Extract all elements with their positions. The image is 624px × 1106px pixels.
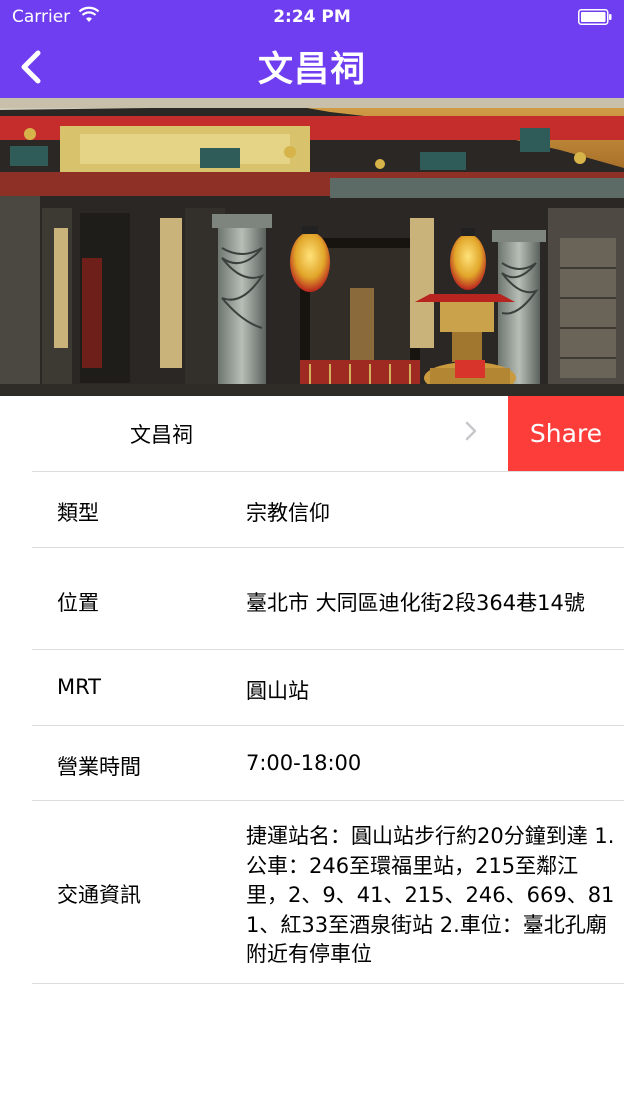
status-bar: Carrier 2:24 PM [0,0,624,36]
separator [32,547,624,548]
hero-image [0,98,624,396]
hours-value: 7:00-18:00 [246,751,362,775]
navigation-bar: 文昌祠 [0,36,624,98]
status-time: 2:24 PM [273,7,351,27]
separator [32,800,624,801]
mrt-label: MRT [57,675,102,699]
mrt-value: 圓山站 [246,679,309,703]
hours-label: 營業時間 [57,755,141,779]
separator [32,649,624,650]
transport-value: 捷運站名：圓山站步行約20分鐘到達 1.公車：246至環福里站，215至鄰江里，… [246,824,615,966]
location-label: 位置 [57,591,99,615]
type-label: 類型 [57,501,99,525]
transport-label: 交通資訊 [57,883,141,907]
place-name: 文昌祠 [130,423,193,447]
chevron-right-icon [465,421,477,441]
type-value: 宗教信仰 [246,501,330,525]
battery-icon [578,9,612,25]
temple-photo [0,98,624,396]
separator [32,471,624,472]
share-button[interactable]: Share [508,396,624,472]
separator [32,725,624,726]
page-title: 文昌祠 [257,50,366,90]
location-value: 臺北市 大同區迪化街2段364巷14號 [246,591,585,615]
separator [32,983,624,984]
